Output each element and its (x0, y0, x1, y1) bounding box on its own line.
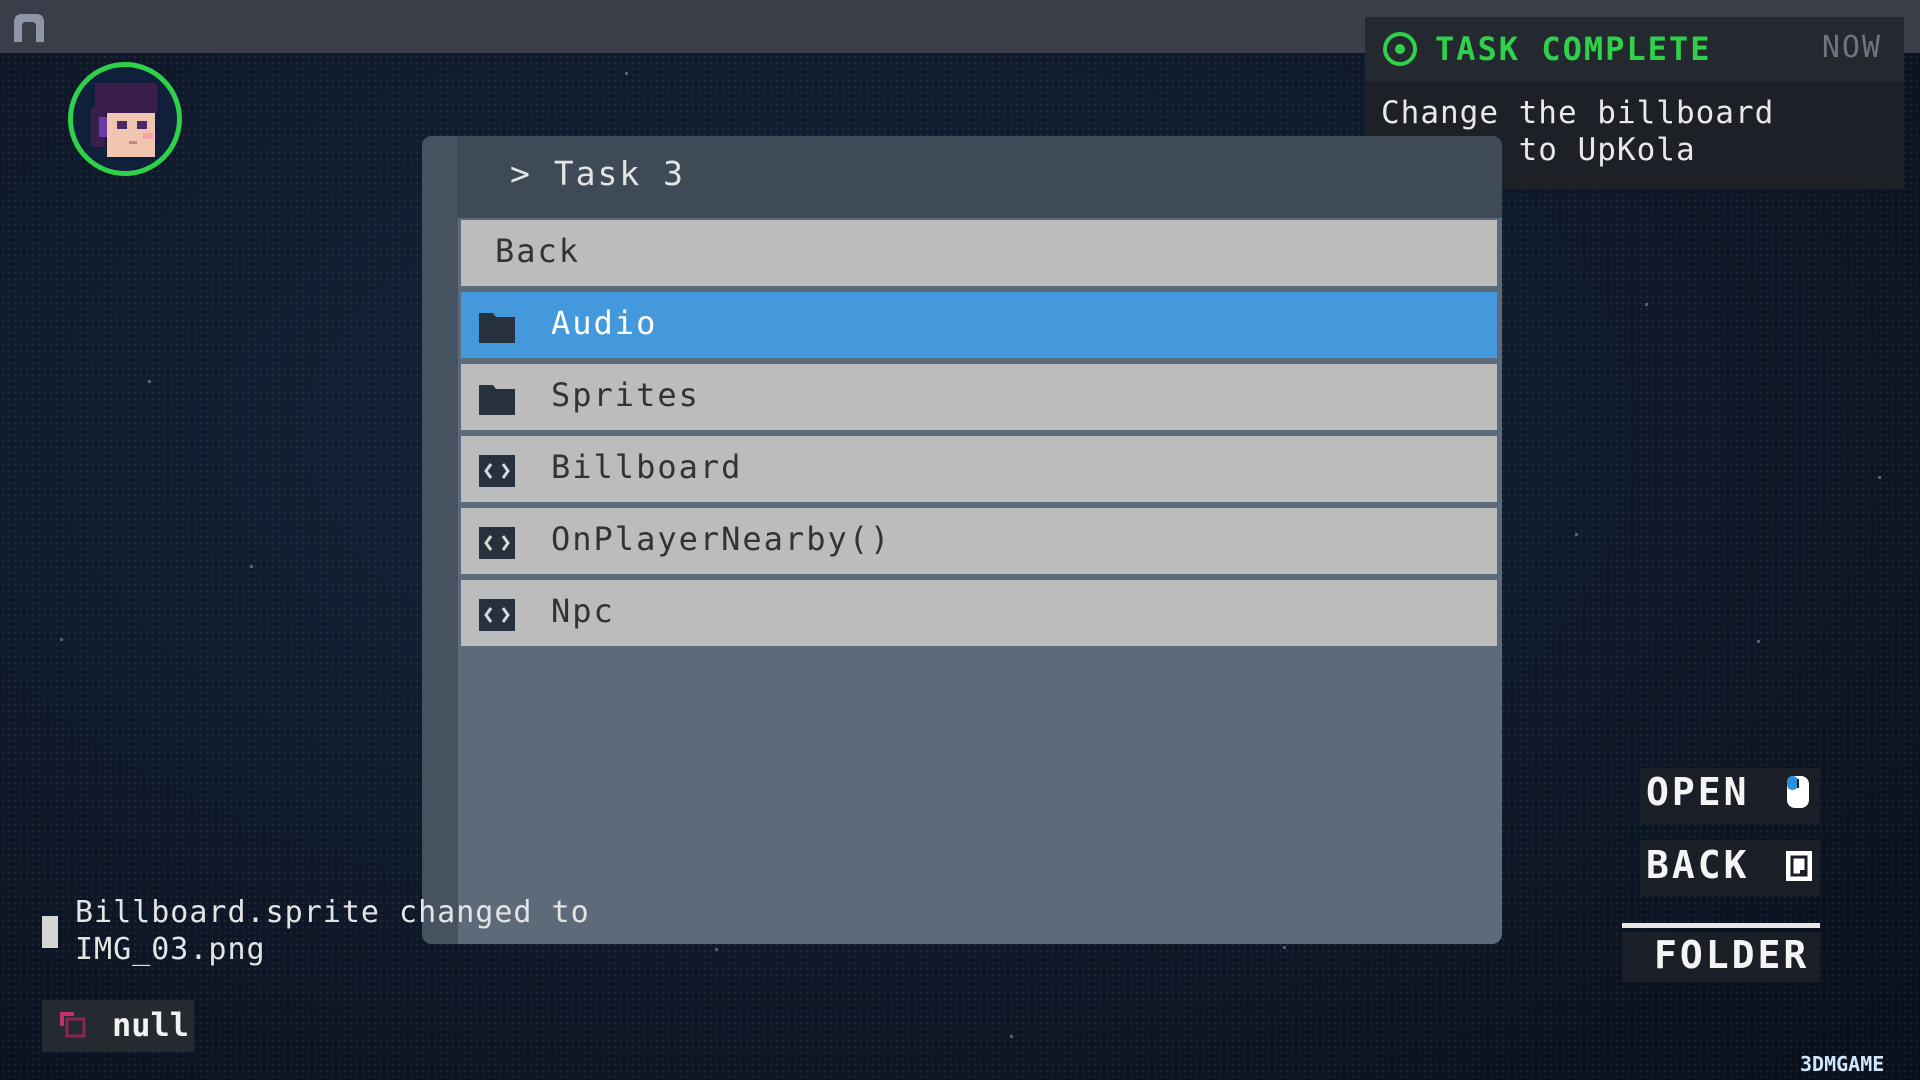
folder-icon (479, 313, 515, 343)
open-control-label[interactable]: OPEN (1646, 770, 1750, 814)
list-item-npc[interactable]: Npc (461, 580, 1497, 646)
panel-side-strip (422, 136, 458, 944)
clipboard-value: null (112, 1006, 190, 1044)
code-icon (479, 599, 515, 631)
list-item-label: Npc (551, 592, 615, 630)
notification-header: TASK COMPLETE NOW (1365, 17, 1904, 81)
watermark: 3DMGAME (1800, 1052, 1885, 1076)
star (1575, 533, 1578, 536)
player-avatar (68, 62, 182, 176)
notification-title: TASK COMPLETE (1435, 30, 1712, 68)
code-icon (479, 527, 515, 559)
notification-time: NOW (1821, 30, 1882, 65)
panel-title: > Task 3 (510, 154, 685, 193)
star (1645, 303, 1648, 306)
back-control-label[interactable]: BACK (1646, 843, 1750, 887)
check-circle-icon (1383, 32, 1417, 66)
panel-title-text: Task 3 (553, 154, 685, 193)
arch-icon (14, 14, 44, 42)
code-icon (479, 455, 515, 487)
prompt-chevron-icon: > (510, 154, 532, 193)
folder-divider (1622, 923, 1820, 928)
log-cursor (42, 916, 58, 948)
log-message: Billboard.sprite changed to IMG_03.png (75, 895, 590, 967)
panel-header: > Task 3 (458, 136, 1502, 218)
mouse-icon (1787, 776, 1809, 808)
folder-icon (479, 385, 515, 415)
list-item-billboard[interactable]: Billboard (461, 436, 1497, 502)
star (625, 72, 628, 75)
clipboard-icon (60, 1012, 86, 1038)
folder-context-label: FOLDER (1654, 933, 1810, 977)
clipboard-slot: null (42, 1000, 194, 1052)
star (1283, 946, 1286, 949)
list-item-audio[interactable]: Audio (461, 292, 1497, 358)
list-item-label: Sprites (551, 376, 700, 414)
star (1010, 1035, 1013, 1038)
list-item-sprites[interactable]: Sprites (461, 364, 1497, 430)
list-item-label: Audio (551, 304, 658, 342)
character-portrait-icon (91, 83, 157, 157)
star (715, 948, 718, 951)
list-item-label: Billboard (551, 448, 743, 486)
star (250, 565, 253, 568)
list-item-back[interactable]: Back (461, 220, 1497, 286)
list-item-onplayernearby[interactable]: OnPlayerNearby() (461, 508, 1497, 574)
star (60, 638, 63, 641)
star (148, 380, 151, 383)
star (1757, 640, 1760, 643)
star (1878, 476, 1881, 479)
key-icon (1786, 851, 1812, 881)
list-item-label: OnPlayerNearby() (551, 520, 892, 558)
list-item-label: Back (495, 232, 581, 270)
